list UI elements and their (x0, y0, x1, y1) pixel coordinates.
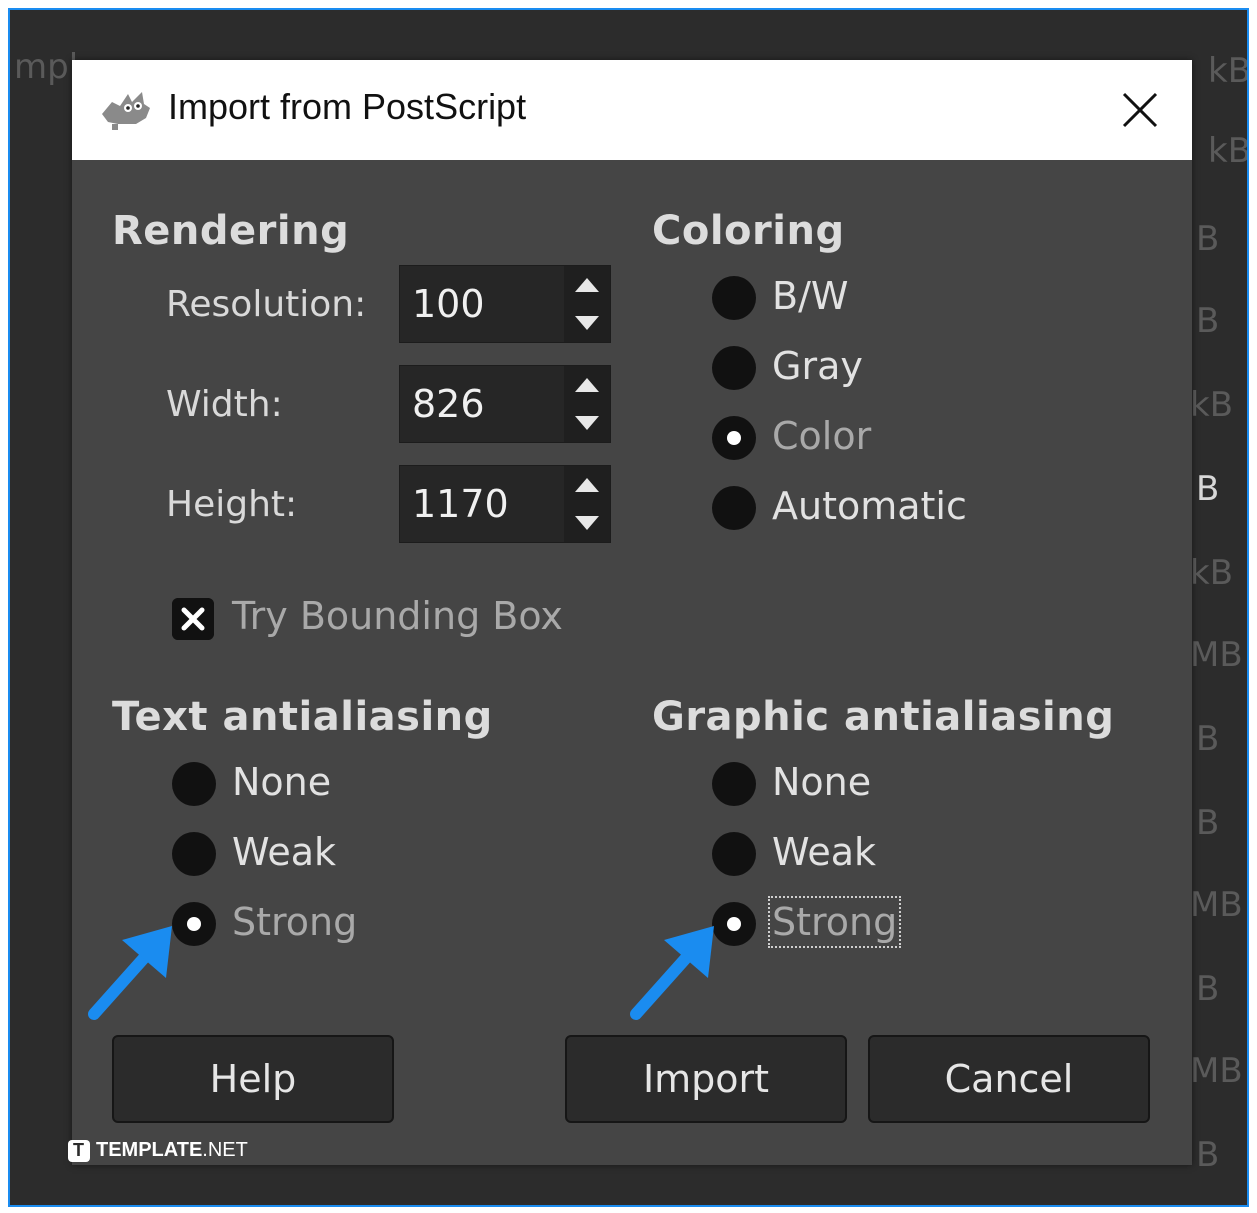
radio-unchecked-icon (712, 346, 756, 390)
radio-label: Weak (232, 830, 337, 874)
background-size-fragment: kB (1208, 131, 1249, 171)
close-icon[interactable] (1116, 86, 1164, 134)
gimp-wilber-icon (102, 92, 150, 130)
resolution-label: Resolution: (166, 284, 367, 325)
dialog-titlebar: Import from PostScript (72, 60, 1192, 160)
watermark-suffix: .NET (202, 1139, 248, 1161)
background-size-fragment: B (1196, 301, 1220, 341)
graphic-antialiasing-section-title: Graphic antialiasing (652, 694, 1115, 740)
rendering-section-title: Rendering (112, 208, 350, 254)
radio-label: Gray (772, 344, 863, 388)
background-size-fragment: MB (1190, 1051, 1243, 1091)
radio-checked-icon (712, 416, 756, 460)
decrement-arrow-icon[interactable] (564, 304, 610, 342)
background-size-fragment: B (1196, 1135, 1220, 1175)
radio-label: None (232, 760, 332, 804)
cancel-button[interactable]: Cancel (868, 1035, 1150, 1123)
radio-unchecked-icon (712, 762, 756, 806)
graphic-antialiasing-none[interactable]: None (712, 760, 1012, 810)
height-spinbox (399, 465, 611, 543)
background-size-fragment: B (1196, 719, 1220, 759)
background-size-fragment: B (1196, 969, 1220, 1009)
pointer-arrow-icon (88, 926, 172, 1020)
resolution-spin-buttons (564, 266, 610, 342)
radio-label: Strong (232, 900, 358, 944)
coloring-section-title: Coloring (652, 208, 845, 254)
pointer-arrow-icon (630, 926, 714, 1020)
template-logo-icon (68, 1140, 90, 1162)
coloring-option-color[interactable]: Color (712, 414, 1012, 464)
increment-arrow-icon[interactable] (564, 466, 610, 504)
width-label: Width: (166, 384, 283, 425)
height-input[interactable] (406, 470, 560, 538)
radio-unchecked-icon (172, 762, 216, 806)
width-spinbox (399, 365, 611, 443)
radio-unchecked-icon (712, 832, 756, 876)
dialog-title: Import from PostScript (168, 86, 527, 127)
try-bounding-box-label: Try Bounding Box (232, 594, 563, 638)
background-filename-fragment: mpl (14, 47, 79, 87)
decrement-arrow-icon[interactable] (564, 504, 610, 542)
try-bounding-box-checkbox[interactable]: Try Bounding Box (172, 594, 592, 644)
coloring-option-bw[interactable]: B/W (712, 274, 1012, 324)
radio-unchecked-icon (712, 486, 756, 530)
radio-label: Strong (767, 896, 902, 948)
import-button[interactable]: Import (565, 1035, 847, 1123)
text-antialiasing-none[interactable]: None (172, 760, 472, 810)
radio-unchecked-icon (712, 276, 756, 320)
width-input[interactable] (406, 370, 560, 438)
width-spin-buttons (564, 366, 610, 442)
text-antialiasing-section-title: Text antialiasing (112, 694, 493, 740)
radio-label: Color (772, 414, 872, 458)
background-size-fragment: kB (1190, 553, 1234, 593)
increment-arrow-icon[interactable] (564, 366, 610, 404)
background-size-fragment: MB (1190, 885, 1243, 925)
background-size-fragment: MB (1190, 635, 1243, 675)
background-size-fragment: kB (1208, 51, 1249, 91)
text-antialiasing-weak[interactable]: Weak (172, 830, 472, 880)
graphic-antialiasing-weak[interactable]: Weak (712, 830, 1012, 880)
background-size-fragment: B (1196, 803, 1220, 843)
coloring-option-automatic[interactable]: Automatic (712, 484, 1012, 534)
coloring-option-gray[interactable]: Gray (712, 344, 1012, 394)
background-size-fragment: B (1196, 469, 1220, 509)
radio-label: B/W (772, 274, 849, 318)
checkbox-checked-icon (172, 598, 214, 640)
radio-label: Automatic (772, 484, 967, 528)
watermark-brand: TEMPLATE (96, 1139, 203, 1161)
height-label: Height: (166, 484, 298, 525)
resolution-spinbox (399, 265, 611, 343)
text-antialiasing-strong[interactable]: Strong (172, 900, 472, 950)
height-spin-buttons (564, 466, 610, 542)
graphic-antialiasing-strong[interactable]: Strong (712, 896, 1012, 950)
radio-label: None (772, 760, 872, 804)
background-size-fragment: kB (1190, 385, 1234, 425)
radio-label: Weak (772, 830, 877, 874)
resolution-input[interactable] (406, 270, 560, 338)
radio-unchecked-icon (172, 832, 216, 876)
increment-arrow-icon[interactable] (564, 266, 610, 304)
help-button[interactable]: Help (112, 1035, 394, 1123)
background-size-fragment: B (1196, 219, 1220, 259)
decrement-arrow-icon[interactable] (564, 404, 610, 442)
